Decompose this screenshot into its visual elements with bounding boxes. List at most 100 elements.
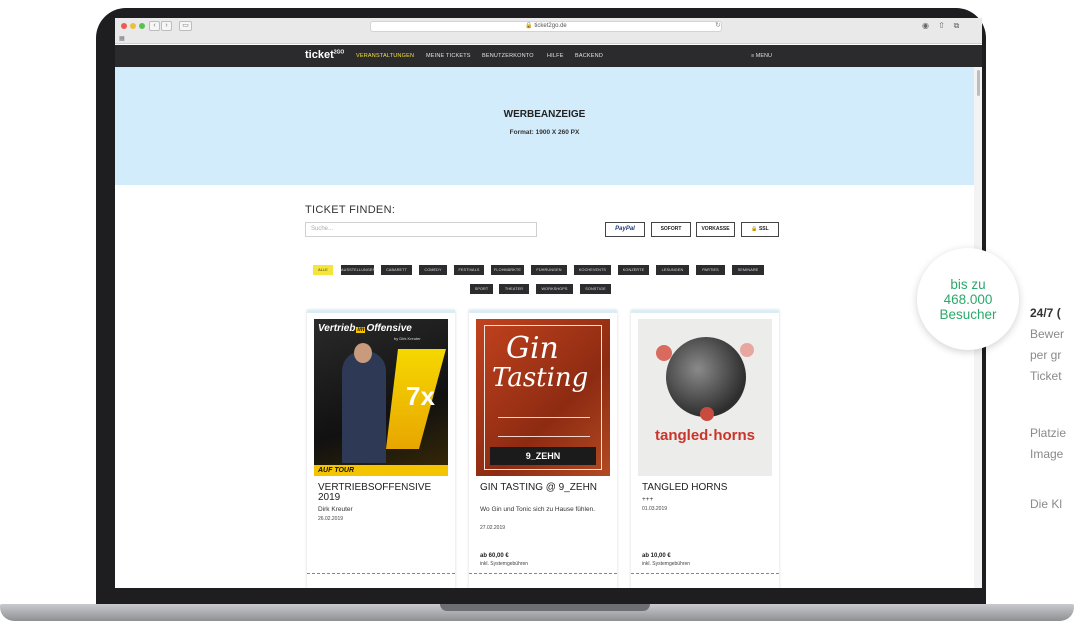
ticket-finder-title: TICKET FINDEN: [305, 204, 396, 216]
side-text-line: Die Kl [1030, 497, 1063, 511]
poster-byline: by Dirk Kreuter [394, 336, 421, 341]
nav-benutzerkonto[interactable]: BENUTZERKONTO [482, 53, 534, 59]
poster-flower [656, 345, 672, 361]
poster-title: Vertrieb [318, 323, 356, 334]
poster-flower [700, 407, 714, 421]
event-poster[interactable]: tangled·horns [638, 319, 772, 476]
browser-toolbar: ‹ › ▭ 🔒 ticket2go.de ↻ ◉ ⇧ ⧉ ▦ [115, 18, 982, 44]
event-price: ab 60,00 € [480, 553, 509, 559]
card-divider [469, 573, 617, 574]
ssl-badge: 🔒 SSL [741, 222, 779, 237]
category-alle[interactable]: ALLE [313, 265, 333, 275]
side-text-line: Ticket [1030, 369, 1062, 383]
category-theater[interactable]: THEATER [499, 284, 529, 294]
event-date: 26.02.2019 [318, 516, 344, 522]
laptop-screen: ‹ › ▭ 🔒 ticket2go.de ↻ ◉ ⇧ ⧉ ▦ ticket2GO… [115, 18, 982, 588]
card-divider [631, 573, 779, 574]
side-heading: 24/7 ( [1030, 306, 1061, 320]
sidebar-toggle-icon[interactable]: ▭ [179, 21, 192, 31]
side-text-line: Image [1030, 447, 1064, 461]
poster-masks [666, 337, 746, 417]
category-festivals[interactable]: FESTIVALS [454, 265, 484, 275]
event-date: 01.03.2019 [642, 506, 668, 512]
side-text-line: per gr [1030, 348, 1062, 362]
sofort-badge: SOFORT [651, 222, 691, 237]
extension-icon[interactable]: ◉ [920, 21, 931, 32]
share-icon[interactable]: ⇧ [936, 21, 947, 32]
reader-icon[interactable]: ▦ [119, 35, 125, 42]
lock-icon: 🔒 [525, 23, 533, 29]
poster-speaker-head [354, 343, 372, 363]
poster-flower [740, 343, 754, 357]
reload-icon[interactable]: ↻ [715, 21, 721, 29]
logo-text: ticket [305, 49, 334, 61]
nav-backend[interactable]: BACKEND [575, 53, 603, 59]
side-text-line: Platzie [1030, 426, 1067, 440]
ad-title: WERBEANZEIGE [503, 109, 586, 120]
search-input[interactable]: Suche... [305, 222, 537, 237]
back-icon[interactable]: ‹ [149, 21, 160, 31]
event-poster[interactable]: Vertrieb im Offensive by Dirk Kreuter 7x A… [314, 319, 448, 476]
event-subtitle: Dirk Kreuter [318, 506, 353, 513]
event-subtitle: Wo Gin und Tonic sich zu Hause fühlen. [480, 506, 596, 513]
address-bar[interactable]: 🔒 ticket2go.de [370, 21, 722, 32]
event-card-tangled-horns[interactable]: tangled·horns TANGLED HORNS +++ 01.03.20… [631, 310, 779, 588]
poster-title-2: Tasting [492, 363, 589, 393]
ad-banner[interactable]: WERBEANZEIGE Format: 1900 X 260 PX [115, 67, 974, 185]
forward-icon[interactable]: › [161, 21, 172, 31]
nav-meine-tickets[interactable]: MEINE TICKETS [426, 53, 471, 59]
paypal-badge: PayPal [605, 222, 645, 237]
event-title[interactable]: VERTRIEBSOFFENSIVE 2019 [318, 483, 448, 503]
category-seminare[interactable]: SEMINARE [732, 265, 764, 275]
minimize-window-icon[interactable] [130, 23, 136, 29]
event-card-vertriebsoffensive[interactable]: Vertrieb im Offensive by Dirk Kreuter 7x A… [307, 310, 455, 588]
nav-veranstaltungen[interactable]: VERANSTALTUNGEN [356, 53, 414, 59]
side-text-line: Bewer [1030, 327, 1065, 341]
poster-big-text: 7x [406, 381, 435, 411]
event-fee: inkl. Systemgebühren [642, 561, 691, 567]
event-poster[interactable]: Gin Tasting 9_ZEHN [476, 319, 610, 476]
laptop-notch [440, 604, 650, 611]
site-navbar: ticket2GO VERANSTALTUNGEN MEINE TICKETS … [115, 45, 982, 67]
category-workshops[interactable]: WORKSHOPS [536, 284, 573, 294]
close-window-icon[interactable] [121, 23, 127, 29]
logo-sup: 2GO [333, 49, 345, 56]
category-comedy[interactable]: COMEDY [419, 265, 447, 275]
event-title[interactable]: GIN TASTING @ 9_ZEHN [480, 483, 610, 493]
badge-line-1: bis zu [950, 276, 986, 292]
event-title[interactable]: TANGLED HORNS [642, 483, 772, 493]
poster-speaker [342, 351, 386, 463]
category-parties[interactable]: PARTIES [696, 265, 725, 275]
poster-title: tangled·horns [655, 427, 755, 444]
nav-hilfe[interactable]: HILFE [547, 53, 564, 59]
category-sonstige[interactable]: SONSTIGE [580, 284, 611, 294]
badge-line-2: 468.000 [943, 291, 993, 307]
category-cabarett[interactable]: CABARETT [381, 265, 412, 275]
category-fuehrungen[interactable]: FÜHRUNGEN [531, 265, 567, 275]
event-subtitle: +++ [642, 496, 654, 503]
url-text: ticket2go.de [534, 23, 567, 29]
event-fee: inkl. Systemgebühren [480, 561, 529, 567]
visitors-badge: bis zu 468.000 Besucher [917, 248, 1019, 350]
maximize-window-icon[interactable] [139, 23, 145, 29]
tabs-icon[interactable]: ⧉ [951, 21, 962, 32]
scrollbar-thumb[interactable] [977, 70, 980, 96]
site-logo[interactable]: ticket2GO [305, 49, 344, 61]
category-lesungen[interactable]: LESUNGEN [656, 265, 689, 275]
category-flohmaerkte[interactable]: FLOHMÄRKTE [491, 265, 524, 275]
category-konzerte[interactable]: KONZERTE [618, 265, 649, 275]
poster-title-2: Offensive [366, 323, 412, 334]
event-card-gin-tasting[interactable]: Gin Tasting 9_ZEHN GIN TASTING @ 9_ZEHN … [469, 310, 617, 588]
poster-venue: 9_ZEHN [490, 447, 596, 465]
event-date: 27.02.2019 [480, 525, 506, 531]
category-kochevents[interactable]: KOCHEVENTS [574, 265, 611, 275]
card-divider [307, 573, 455, 574]
badge-line-3: Besucher [939, 306, 997, 322]
ad-format: Format: 1900 X 260 PX [509, 129, 580, 136]
event-price: ab 10,00 € [642, 553, 671, 559]
poster-text-block [498, 417, 590, 437]
category-ausstellungen[interactable]: AUSSTELLUNGEN [341, 265, 375, 275]
poster-tour: AUF TOUR [314, 465, 448, 476]
category-sport[interactable]: SPORT [470, 284, 493, 294]
menu-button[interactable]: ≡ MENU [751, 53, 772, 59]
